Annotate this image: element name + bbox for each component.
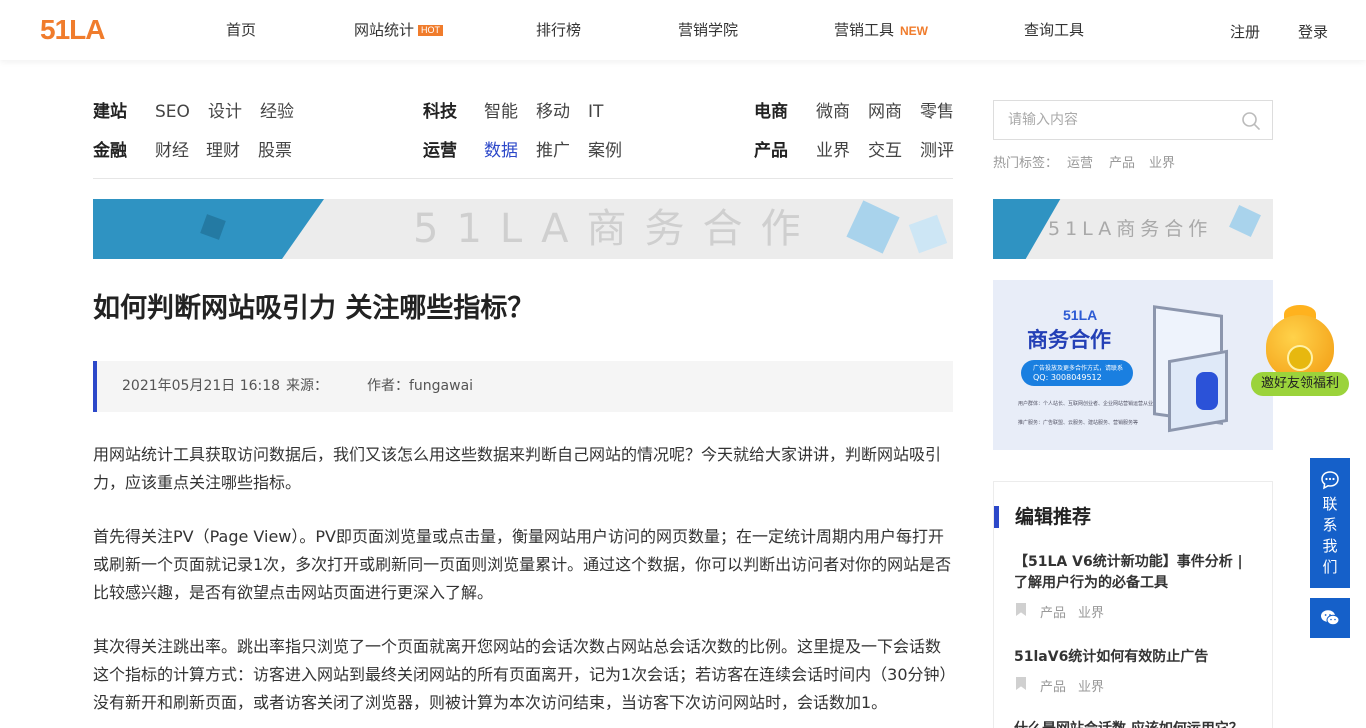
ad-note: 推广服务：广告联盟、云服务、建站服务、营销服务等 — [1018, 420, 1139, 426]
recommend-item-title[interactable]: 【51LA V6统计新功能】事件分析 | 了解用户行为的必备工具 — [1014, 552, 1254, 594]
recommend-item-tag[interactable]: 业界 — [1078, 602, 1104, 621]
register-link[interactable]: 注册 — [1230, 21, 1260, 42]
category-head-tech[interactable]: 科技 — [423, 101, 457, 123]
nav-marketing-academy[interactable]: 营销学院 — [678, 21, 738, 39]
nav-home[interactable]: 首页 — [226, 21, 256, 39]
article-author: 作者：fungawai — [367, 378, 474, 394]
wechat-button[interactable] — [1310, 598, 1350, 638]
login-link[interactable]: 登录 — [1298, 21, 1328, 42]
nav-ranking-label: 排行榜 — [536, 21, 582, 39]
article-date: 2021年05月21日 16:18 — [122, 378, 281, 394]
banner-decoration — [1229, 205, 1261, 237]
contact-us-label-char: 联 — [1322, 495, 1338, 513]
ad-pill-qq: QQ: 3008049512 — [1033, 373, 1102, 382]
category-link[interactable]: 业界 — [816, 140, 850, 162]
article-source: 来源： — [286, 378, 328, 394]
category-link[interactable]: 理财 — [206, 140, 240, 162]
recommend-item-tag[interactable]: 产品 — [1040, 676, 1066, 695]
category-link[interactable]: 案例 — [588, 140, 622, 162]
article-paragraph: 用网站统计工具获取访问数据后，我们又该怎么用这些数据来判断自己网站的情况呢？今天… — [93, 445, 942, 492]
chat-bubble-icon — [1321, 471, 1339, 490]
ad-brand: 51LA — [1063, 307, 1098, 323]
category-link-active[interactable]: 数据 — [484, 140, 518, 162]
nav-query-tools-label: 查询工具 — [1024, 21, 1085, 39]
site-logo[interactable]: 51LA — [40, 16, 105, 44]
banner-text: 51LA商务合作 — [1048, 218, 1213, 240]
bookmark-icon — [1016, 603, 1026, 616]
search-icon[interactable] — [1241, 111, 1261, 131]
category-link[interactable]: 设计 — [208, 101, 242, 123]
category-link[interactable]: 测评 — [920, 140, 954, 162]
article-paragraph: 其次得关注跳出率。跳出率指只浏览了一个页面就离开您网站的会话次数占网站总会话次数… — [93, 637, 948, 712]
category-head-ecommerce[interactable]: 电商 — [754, 101, 788, 123]
hot-tag[interactable]: 运营 — [1067, 152, 1093, 171]
category-divider — [93, 178, 953, 179]
nav-marketing-tools-label: 营销工具 — [834, 21, 895, 39]
category-head-finance[interactable]: 金融 — [93, 140, 127, 162]
category-link[interactable]: 股票 — [258, 140, 292, 162]
hot-tag[interactable]: 产品 — [1109, 152, 1135, 171]
new-badge: NEW — [900, 24, 929, 38]
category-head-product[interactable]: 产品 — [754, 140, 788, 162]
category-head-build[interactable]: 建站 — [93, 101, 127, 123]
editor-recommend-heading: 编辑推荐 — [994, 506, 1091, 528]
recommend-item-title[interactable]: 什么是网站会话数 应该如何运用它？ — [1014, 719, 1254, 728]
contact-us-label-char: 我 — [1322, 537, 1338, 555]
category-link[interactable]: 推广 — [536, 140, 570, 162]
nav-marketing-tools[interactable]: 营销工具 NEW — [834, 21, 928, 40]
recommend-item-tag[interactable]: 产品 — [1040, 602, 1066, 621]
category-link[interactable]: 交互 — [868, 140, 902, 162]
category-head-operations[interactable]: 运营 — [423, 140, 457, 162]
nav-marketing-academy-label: 营销学院 — [678, 21, 739, 39]
nav-site-stats-label: 网站统计 — [354, 21, 415, 39]
bookmark-icon — [1016, 677, 1026, 690]
nav-ranking[interactable]: 排行榜 — [536, 21, 581, 39]
hot-tag[interactable]: 业界 — [1149, 152, 1175, 171]
ad-illustration-person — [1196, 372, 1218, 410]
category-link[interactable]: 移动 — [536, 101, 570, 123]
category-link[interactable]: 网商 — [868, 101, 902, 123]
category-link[interactable]: 零售 — [920, 101, 954, 123]
category-link[interactable]: 经验 — [260, 101, 294, 123]
nav-site-stats[interactable]: 网站统计 HOT — [354, 21, 444, 39]
category-link[interactable]: SEO — [155, 101, 190, 123]
banner-decoration — [846, 200, 900, 254]
gift-label: 邀好友领福利 — [1251, 372, 1349, 396]
banner-decoration — [908, 214, 948, 254]
wechat-icon — [1321, 610, 1340, 626]
contact-us-label: 联 系 我 们 — [1310, 494, 1350, 578]
contact-us-label-char: 系 — [1322, 516, 1338, 534]
banner-text: 51LA商务合作 — [413, 206, 819, 252]
recommend-item-title[interactable]: 51laV6统计如何有效防止广告 — [1014, 647, 1254, 668]
recommend-item-tag[interactable]: 业界 — [1078, 676, 1104, 695]
invite-friends-gift-widget[interactable]: 邀好友领福利 — [1250, 305, 1350, 400]
ad-pill-line1: 广告投放及更多合作方式，请联系 — [1033, 365, 1124, 372]
category-link[interactable]: 微商 — [816, 101, 850, 123]
article-meta-bar: 2021年05月21日 16:18 来源： 作者：fungawai — [93, 361, 953, 412]
top-header: 51LA 首页 网站统计 HOT 排行榜 营销学院 营销工具 NEW 查询工具 注册… — [0, 0, 1366, 60]
category-link[interactable]: 财经 — [155, 140, 189, 162]
coin-icon — [1287, 345, 1313, 371]
hot-badge: HOT — [418, 25, 444, 36]
contact-us-label-char: 们 — [1322, 558, 1338, 576]
search-input[interactable] — [1008, 109, 1228, 131]
editor-recommend-box: 编辑推荐 【51LA V6统计新功能】事件分析 | 了解用户行为的必备工具 产品… — [993, 481, 1273, 728]
category-link[interactable]: IT — [588, 101, 603, 123]
nav-query-tools[interactable]: 查询工具 — [1024, 21, 1084, 39]
category-link[interactable]: 智能 — [484, 101, 518, 123]
business-cooperation-ad-card[interactable]: 51LA 商务合作 广告投放及更多合作方式，请联系 QQ: 3008049512… — [993, 280, 1273, 450]
contact-us-button[interactable]: 联 系 我 们 — [1310, 458, 1350, 588]
ad-title: 商务合作 — [1027, 328, 1111, 352]
nav-home-label: 首页 — [226, 21, 257, 39]
search-box — [993, 100, 1273, 140]
ad-contact-pill: 广告投放及更多合作方式，请联系 QQ: 3008049512 — [1021, 360, 1133, 386]
business-cooperation-banner-wide[interactable]: 51LA商务合作 — [93, 199, 953, 259]
business-cooperation-banner-small[interactable]: 51LA商务合作 — [993, 199, 1273, 259]
hot-tags-label: 热门标签： — [993, 156, 1059, 171]
article-title: 如何判断网站吸引力 关注哪些指标？ — [93, 293, 535, 324]
article-paragraph: 首先得关注PV（Page View）。PV即页面浏览量或点击量，衡量网站用户访问… — [93, 527, 952, 602]
